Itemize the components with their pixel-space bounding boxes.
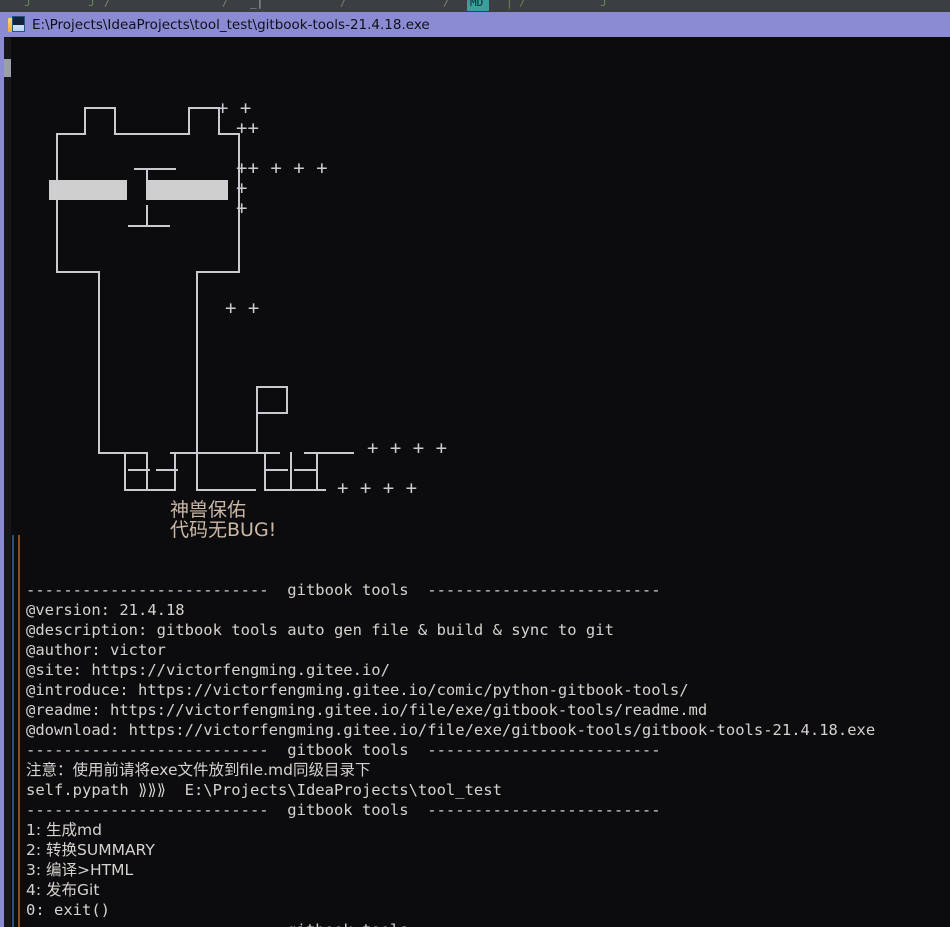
ide-token: MD bbox=[470, 0, 484, 9]
console-line-pypath: self.pypath ⟫⟫⟫ E:\Projects\IdeaProjects… bbox=[26, 781, 502, 799]
art-line-h bbox=[128, 225, 170, 227]
art-line-h bbox=[196, 271, 240, 273]
ide-token: _| bbox=[250, 0, 264, 9]
console-line-sep-3: -------------------------- gitbook tools… bbox=[26, 801, 661, 819]
art-caption-line-2: 代码无BUG! bbox=[170, 519, 277, 541]
art-line-h bbox=[188, 107, 218, 109]
window-title: E:\Projects\IdeaProjects\tool_test\gitbo… bbox=[32, 16, 430, 33]
mythical-beast-ascii-art: + + ++ ++ + + + + + + + + + + + + + + + 神兽保佑 代码无B… bbox=[4, 37, 950, 557]
art-plus-mark: ++ bbox=[236, 117, 259, 139]
art-plus-mark: ++ + + + bbox=[236, 157, 328, 179]
console-line-menu-4: 4: 发布Git bbox=[26, 881, 100, 899]
art-line-v bbox=[290, 452, 292, 491]
window-titlebar[interactable]: E:\Projects\IdeaProjects\tool_test\gitbo… bbox=[0, 12, 950, 37]
console-line-sep-2: -------------------------- gitbook tools… bbox=[26, 741, 661, 759]
art-line-v bbox=[196, 452, 198, 491]
art-line-v bbox=[114, 107, 116, 135]
console-guide-line-orange bbox=[18, 535, 20, 927]
ide-token: / bbox=[340, 0, 347, 9]
background-ide-strip: J J / / _| / / MD | / J bbox=[0, 0, 950, 12]
art-line-h bbox=[56, 271, 98, 273]
art-eye-block bbox=[49, 180, 127, 200]
art-line-v bbox=[84, 107, 86, 135]
art-line-v bbox=[146, 452, 148, 491]
ide-token: / bbox=[222, 0, 229, 9]
art-plus-mark: + bbox=[236, 197, 248, 219]
console-line-version: @version: 21.4.18 bbox=[26, 601, 185, 619]
console-line-site: @site: https://victorfengming.gitee.io/ bbox=[26, 661, 390, 679]
art-line-h bbox=[170, 452, 256, 454]
console-line-author: @author: victor bbox=[26, 641, 166, 659]
art-line-v bbox=[316, 452, 318, 491]
art-plus-mark: + + + + bbox=[337, 477, 418, 499]
art-line-h bbox=[100, 452, 124, 454]
art-plus-mark: + bbox=[236, 177, 248, 199]
exe-file-icon bbox=[8, 16, 25, 33]
art-line-v bbox=[256, 386, 258, 454]
console-line-menu-2: 2: 转换SUMMARY bbox=[26, 841, 155, 859]
art-eye-block bbox=[146, 180, 228, 200]
art-line-h bbox=[256, 412, 288, 414]
art-line-v bbox=[188, 107, 190, 135]
art-line-h bbox=[124, 489, 176, 491]
console-line-introduce: @introduce: https://victorfengming.gitee… bbox=[26, 681, 689, 699]
art-plus-mark: + + bbox=[217, 97, 252, 119]
art-line-h bbox=[56, 133, 84, 135]
console-line-notice: 注意：使用前请将exe文件放到file.md同级目录下 bbox=[26, 761, 371, 779]
art-line-v bbox=[264, 452, 266, 491]
ide-token: / bbox=[443, 0, 450, 9]
art-line-h bbox=[304, 452, 326, 454]
art-line-v bbox=[174, 452, 176, 491]
art-line-h bbox=[196, 489, 256, 491]
console-line-download: @download: https://victorfengming.gitee.… bbox=[26, 721, 876, 739]
screen: J J / / _| / / MD | / J E:\Projects\IdeaProjects\… bbox=[0, 0, 950, 927]
console-line-sep-1: -------------------------- gitbook tools… bbox=[26, 581, 661, 599]
ide-token: J bbox=[600, 0, 607, 9]
ide-token: | / bbox=[506, 0, 526, 9]
art-line-v bbox=[124, 452, 126, 491]
art-line-v bbox=[146, 205, 148, 227]
console-guide-line-blue bbox=[12, 535, 14, 927]
art-line-v bbox=[98, 271, 100, 454]
terminal-body[interactable]: + + ++ ++ + + + + + + + + + + + + + + + 神兽保佑 代码无B… bbox=[4, 37, 950, 927]
art-line-h bbox=[124, 452, 146, 454]
console-output: -------------------------- gitbook tools… bbox=[26, 580, 946, 927]
console-line-description: @description: gitbook tools auto gen fil… bbox=[26, 621, 614, 639]
console-line-sep-4: -------------------------- gitbook tools… bbox=[26, 920, 946, 927]
art-line-h bbox=[256, 386, 288, 388]
console-line-menu-1: 1: 生成md bbox=[26, 821, 102, 839]
art-line-h bbox=[84, 107, 114, 109]
art-plus-mark: + + bbox=[225, 297, 260, 319]
art-plus-mark: + + + + bbox=[367, 437, 448, 459]
ide-token: / bbox=[104, 0, 111, 9]
ide-token: J bbox=[24, 0, 31, 9]
console-line-readme: @readme: https://victorfengming.gitee.io… bbox=[26, 701, 708, 719]
art-line-h bbox=[134, 168, 176, 170]
art-line-h bbox=[326, 452, 354, 454]
ide-token: J bbox=[88, 0, 95, 9]
console-line-menu-3: 3: 编译>HTML bbox=[26, 861, 134, 879]
art-line-v bbox=[196, 271, 198, 454]
art-line-h bbox=[114, 133, 188, 135]
art-line-h bbox=[294, 469, 316, 471]
art-line-h bbox=[266, 469, 288, 471]
art-line-v bbox=[56, 133, 58, 273]
art-line-h bbox=[256, 452, 280, 454]
art-line-v bbox=[286, 386, 288, 414]
console-window: E:\Projects\IdeaProjects\tool_test\gitbo… bbox=[0, 12, 950, 927]
console-line-menu-0: 0: exit() bbox=[26, 901, 110, 919]
